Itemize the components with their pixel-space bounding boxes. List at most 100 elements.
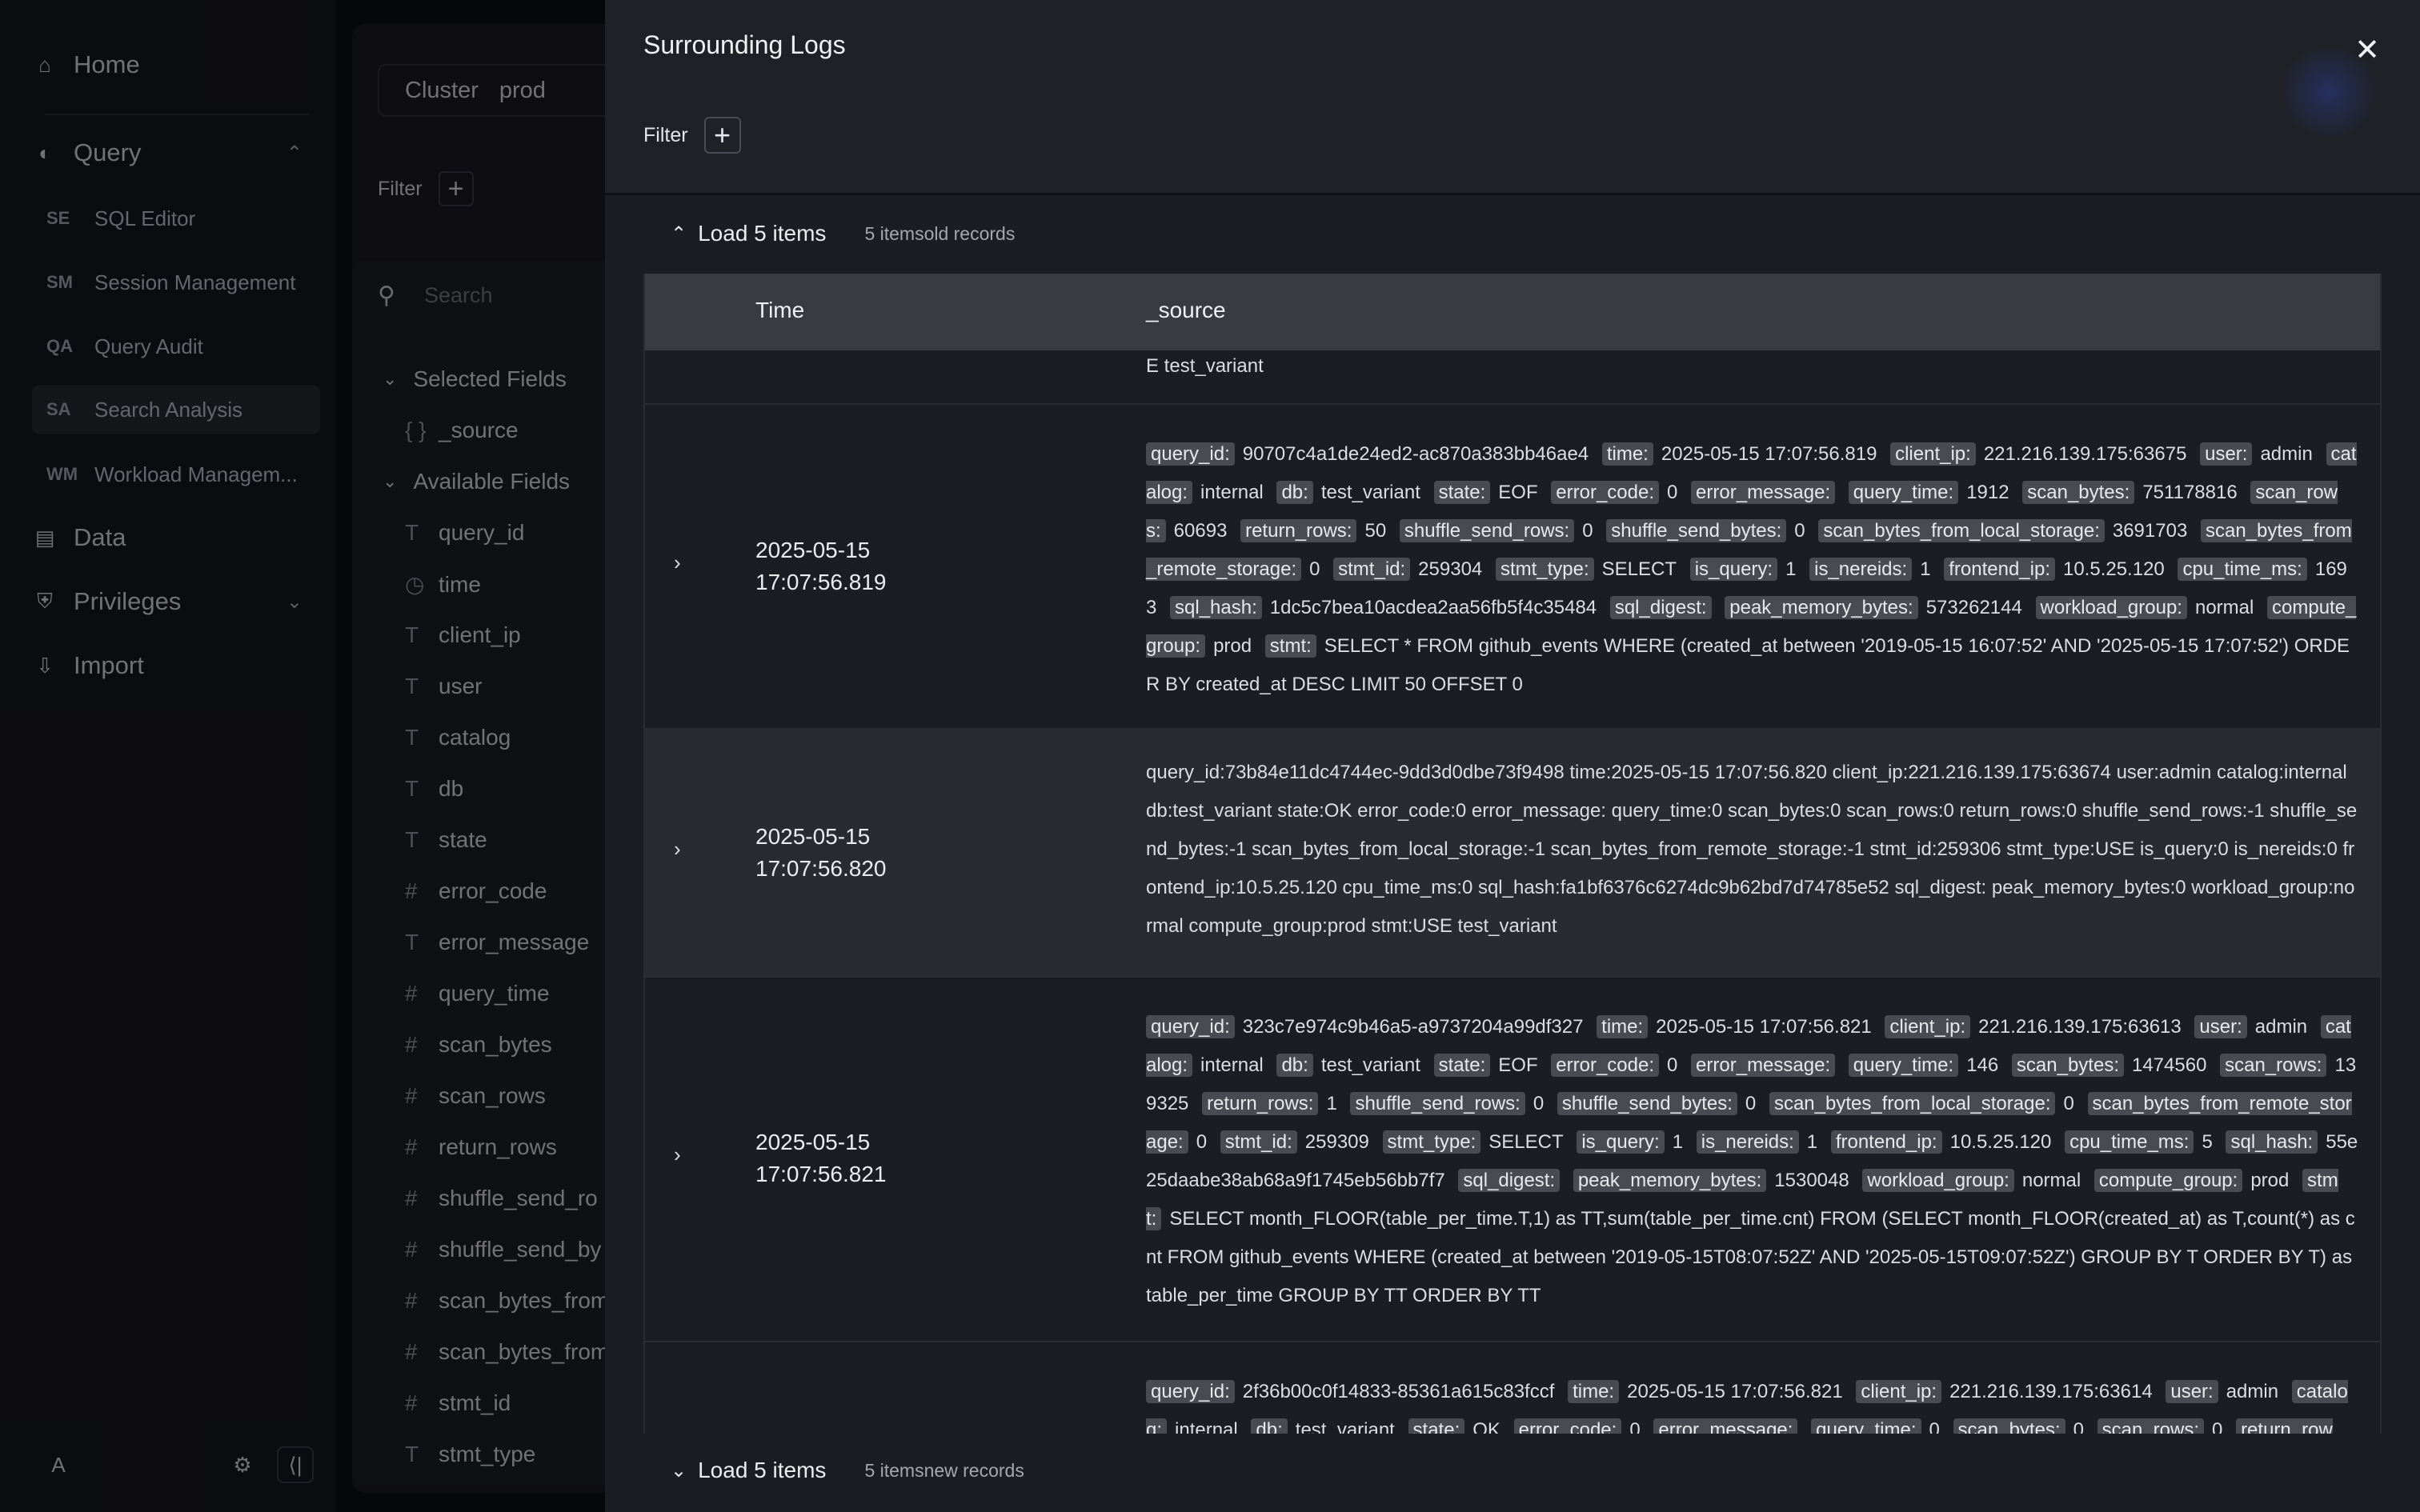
field-key-tag: is_nereids:: [1696, 1130, 1799, 1154]
field-value: 1: [1785, 558, 1797, 580]
field-key-tag: user:: [2166, 1380, 2218, 1403]
field-key-tag: return_rows:: [1240, 519, 1357, 542]
field-key-tag: scan_bytes:: [1953, 1418, 2065, 1434]
field-value: 573262144: [1925, 597, 2022, 618]
field-key-tag: state:: [1408, 1418, 1465, 1434]
field-key-tag: stmt_type:: [1382, 1130, 1481, 1154]
field-key-tag: frontend_ip:: [1944, 558, 2055, 581]
load-older: ⌃ Load 5 items 5 itemsold records: [671, 221, 1015, 246]
table-row[interactable]: › 2025-05-15 17:07:56.821 query_id: 323c7…: [645, 978, 2380, 1342]
field-value: 146: [1966, 1054, 1999, 1076]
field-value: 0: [1667, 482, 1678, 503]
source-cell: query_id: 2f36b00c0f14833-85361a615c83fcc…: [1146, 1373, 2359, 1434]
time-date: 2025-05-15: [755, 538, 871, 562]
column-header-source[interactable]: _source: [1146, 298, 1226, 323]
field-value: 60693: [1173, 520, 1228, 542]
field-value: 10.5.25.120: [2062, 558, 2165, 580]
field-key-tag: scan_bytes:: [2011, 1054, 2124, 1077]
column-header-time[interactable]: Time: [755, 298, 804, 323]
field-key-tag: user:: [2200, 442, 2253, 466]
chevron-right-icon[interactable]: ›: [674, 837, 681, 862]
field-key-tag: shuffle_send_rows:: [1350, 1092, 1525, 1115]
chevron-right-icon[interactable]: ›: [674, 550, 681, 575]
field-value: test_variant: [1320, 1054, 1420, 1076]
field-key-tag: error_message:: [1691, 1054, 1836, 1077]
field-value: 1: [1920, 558, 1931, 580]
field-key-tag: stmt_id:: [1333, 558, 1411, 581]
field-value: EOF: [1498, 482, 1538, 503]
chevron-right-icon[interactable]: ›: [674, 1142, 681, 1167]
table-row[interactable]: › 2025-05-15 17:07:56.819 query_id: 90707…: [645, 405, 2380, 730]
field-key-tag: state:: [1433, 1054, 1491, 1077]
field-value: 259309: [1304, 1131, 1369, 1153]
field-value: test_variant: [1295, 1419, 1395, 1434]
load-older-button[interactable]: Load 5 items: [698, 221, 826, 246]
field-key-tag: scan_rows:: [2097, 1418, 2205, 1434]
time-clock: 17:07:56.821: [755, 1162, 887, 1186]
drawer-header: Surrounding Logs ✕ Filter +: [605, 0, 2420, 195]
time-date: 2025-05-15: [755, 824, 871, 849]
field-value: 221.216.139.175:63614: [1949, 1381, 2153, 1402]
field-key-tag: workload_group:: [1862, 1169, 2014, 1192]
time-cell: 2025-05-15 17:07:56.820: [755, 821, 887, 885]
field-value: SELECT: [1601, 558, 1677, 580]
chevron-up-icon[interactable]: ⌃: [671, 222, 687, 246]
field-key-tag: client_ip:: [1890, 442, 1976, 466]
source-fields: query_id: 2f36b00c0f14833-85361a615c83fcc…: [1146, 1373, 2359, 1434]
field-value: OK: [1472, 1419, 1500, 1434]
load-newer-button[interactable]: Load 5 items: [698, 1458, 826, 1483]
field-value: 221.216.139.175:63675: [1983, 443, 2187, 465]
field-key-tag: db:: [1276, 481, 1313, 504]
field-key-tag: user:: [2194, 1015, 2247, 1038]
field-value: 2025-05-15 17:07:56.821: [1627, 1381, 1843, 1402]
decorative-glow: [2273, 48, 2385, 136]
field-value: 0: [1582, 520, 1593, 542]
field-value: 1: [1672, 1131, 1684, 1153]
table-header: Time _source: [645, 274, 2380, 350]
field-key-tag: compute_group:: [2093, 1169, 2243, 1192]
field-value: normal: [2021, 1170, 2081, 1191]
field-value: admin: [2260, 443, 2313, 465]
field-key-tag: stmt:: [1264, 634, 1316, 658]
field-value: 1530048: [1774, 1170, 1849, 1191]
field-value: 1: [1806, 1131, 1818, 1153]
field-key-tag: sql_digest:: [1458, 1169, 1561, 1192]
table-row[interactable]: › 2025-05-15 17:07:56.820 query_id:73b84…: [645, 730, 2380, 978]
field-key-tag: scan_bytes:: [2022, 481, 2135, 504]
field-key-tag: query_time:: [1811, 1418, 1921, 1434]
field-value: 0: [1309, 558, 1320, 580]
field-value: EOF: [1498, 1054, 1538, 1076]
field-key-tag: state:: [1433, 481, 1491, 504]
field-key-tag: is_query:: [1689, 558, 1778, 581]
field-key-tag: error_message:: [1691, 481, 1836, 504]
field-key-tag: return_rows:: [1202, 1092, 1319, 1115]
field-value: 751178816: [2142, 482, 2238, 503]
add-filter-button[interactable]: +: [703, 117, 741, 154]
field-key-tag: cpu_time_ms:: [2178, 558, 2307, 581]
field-key-tag: scan_rows:: [2220, 1054, 2327, 1077]
field-value: 0: [1533, 1093, 1545, 1114]
field-value: 0: [1929, 1419, 1940, 1434]
field-key-tag: time:: [1601, 442, 1653, 466]
time-cell: 2025-05-15 17:07:56.819: [755, 534, 887, 598]
field-value: normal: [2194, 597, 2254, 618]
field-key-tag: shuffle_send_rows:: [1399, 519, 1575, 542]
field-key-tag: client_ip:: [1856, 1380, 1942, 1403]
table-row[interactable]: query_id: 2f36b00c0f14833-85361a615c83fcc…: [645, 1342, 2380, 1434]
drawer-title: Surrounding Logs: [643, 30, 846, 59]
field-key-tag: peak_memory_bytes:: [1725, 596, 1918, 619]
field-key-tag: frontend_ip:: [1830, 1130, 1942, 1154]
field-value: 0: [1794, 520, 1805, 542]
field-value: 0: [2212, 1419, 2223, 1434]
chevron-down-icon[interactable]: ⌄: [671, 1459, 687, 1482]
field-key-tag: db:: [1251, 1418, 1288, 1434]
field-value: 2025-05-15 17:07:56.821: [1656, 1016, 1872, 1038]
field-value: admin: [2254, 1016, 2308, 1038]
field-value: internal: [1200, 1054, 1264, 1076]
field-value: 5: [2202, 1131, 2213, 1153]
field-key-tag: error_code:: [1551, 1054, 1660, 1077]
filter-label: Filter: [643, 123, 688, 146]
logs-table: Time _source E test_variant › 2025-05-15…: [643, 274, 2382, 1434]
field-key-tag: stmt_id:: [1220, 1130, 1297, 1154]
field-value: 10.5.25.120: [1949, 1131, 2052, 1153]
